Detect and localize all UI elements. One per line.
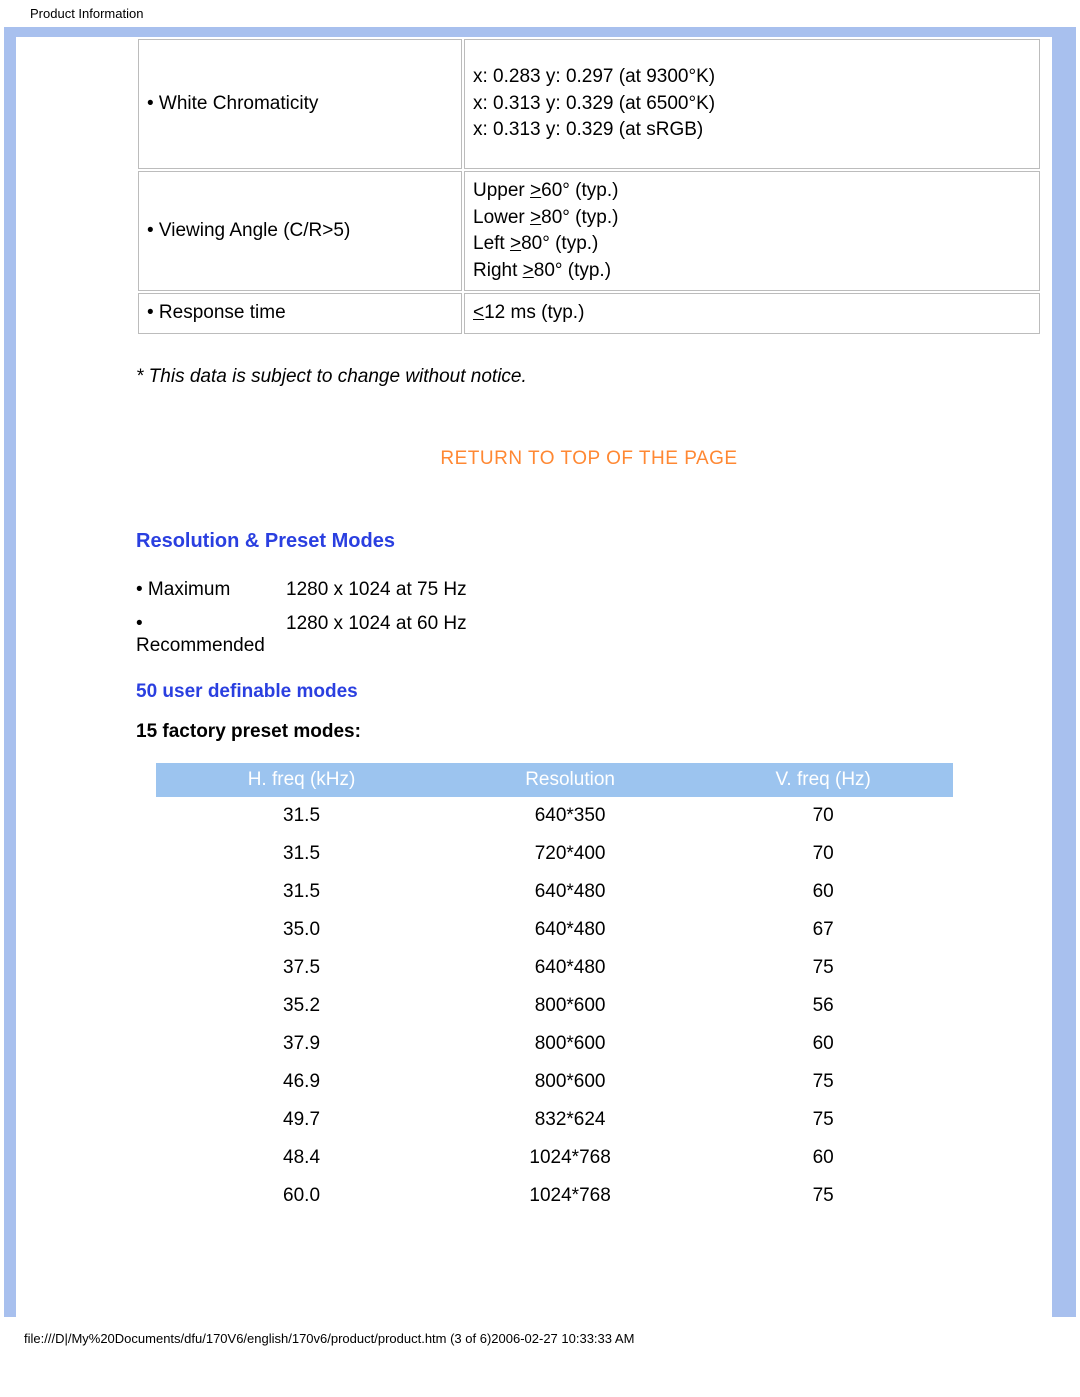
spec-label: • Response time [138, 293, 462, 334]
preset-cell: 35.0 [156, 911, 447, 949]
preset-cell: 75 [693, 1101, 953, 1139]
max-value: 1280 x 1024 at 75 Hz [286, 573, 477, 607]
preset-cell: 75 [693, 949, 953, 987]
modes-table: • Maximum 1280 x 1024 at 75 Hz • Recomme… [136, 573, 477, 663]
left-gutter [16, 37, 136, 1317]
table-row: 37.5640*48075 [156, 949, 953, 987]
preset-cell: 832*624 [447, 1101, 693, 1139]
preset-cell: 31.5 [156, 797, 447, 835]
preset-cell: 720*400 [447, 835, 693, 873]
preset-cell: 60.0 [156, 1177, 447, 1215]
table-row: 46.9800*60075 [156, 1063, 953, 1101]
resolution-heading: Resolution & Preset Modes [136, 530, 1042, 553]
outer-frame: • White Chromaticityx: 0.283 y: 0.297 (a… [4, 27, 1076, 1317]
preset-cell: 56 [693, 987, 953, 1025]
preset-cell: 31.5 [156, 835, 447, 873]
spec-value: Upper >60° (typ.)Lower >80° (typ.)Left >… [464, 171, 1040, 291]
max-label: • Maximum [136, 573, 286, 607]
table-row: 48.41024*76860 [156, 1139, 953, 1177]
preset-cell: 640*480 [447, 949, 693, 987]
preset-header: H. freq (kHz) [156, 763, 447, 797]
content-area: • White Chromaticityx: 0.283 y: 0.297 (a… [16, 37, 1064, 1317]
preset-cell: 640*480 [447, 873, 693, 911]
table-row: 35.2800*60056 [156, 987, 953, 1025]
preset-header: Resolution [447, 763, 693, 797]
preset-cell: 800*600 [447, 1063, 693, 1101]
preset-cell: 800*600 [447, 1025, 693, 1063]
preset-cell: 75 [693, 1063, 953, 1101]
table-row: 49.7832*62475 [156, 1101, 953, 1139]
preset-cell: 70 [693, 797, 953, 835]
preset-cell: 37.9 [156, 1025, 447, 1063]
preset-cell: 60 [693, 1139, 953, 1177]
preset-cell: 48.4 [156, 1139, 447, 1177]
user-modes-heading: 50 user definable modes [136, 681, 1042, 703]
footer-path: file:///D|/My%20Documents/dfu/170V6/engl… [0, 1317, 1080, 1354]
factory-heading: 15 factory preset modes: [136, 721, 1042, 743]
spec-table: • White Chromaticityx: 0.283 y: 0.297 (a… [136, 37, 1042, 336]
preset-cell: 800*600 [447, 987, 693, 1025]
spec-label: • Viewing Angle (C/R>5) [138, 171, 462, 291]
spec-value: x: 0.283 y: 0.297 (at 9300°K)x: 0.313 y:… [464, 39, 1040, 169]
preset-cell: 75 [693, 1177, 953, 1215]
preset-cell: 37.5 [156, 949, 447, 987]
spec-value: <12 ms (typ.) [464, 293, 1040, 334]
preset-cell: 31.5 [156, 873, 447, 911]
page-title: Product Information [0, 0, 1080, 27]
preset-cell: 46.9 [156, 1063, 447, 1101]
preset-cell: 640*350 [447, 797, 693, 835]
table-row: 60.01024*76875 [156, 1177, 953, 1215]
preset-cell: 1024*768 [447, 1177, 693, 1215]
table-row: 31.5720*40070 [156, 835, 953, 873]
preset-cell: 49.7 [156, 1101, 447, 1139]
rec-label: • Recommended [136, 607, 286, 663]
spec-label: • White Chromaticity [138, 39, 462, 169]
main-column: • White Chromaticityx: 0.283 y: 0.297 (a… [136, 37, 1052, 1317]
rec-value: 1280 x 1024 at 60 Hz [286, 607, 477, 663]
return-to-top-link[interactable]: RETURN TO TOP OF THE PAGE [440, 448, 737, 469]
preset-table: H. freq (kHz)ResolutionV. freq (Hz) 31.5… [156, 763, 953, 1215]
preset-cell: 60 [693, 1025, 953, 1063]
preset-cell: 35.2 [156, 987, 447, 1025]
return-link-wrap: RETURN TO TOP OF THE PAGE [136, 448, 1042, 470]
table-row: 31.5640*35070 [156, 797, 953, 835]
preset-cell: 60 [693, 873, 953, 911]
preset-header: V. freq (Hz) [693, 763, 953, 797]
preset-cell: 67 [693, 911, 953, 949]
table-row: 31.5640*48060 [156, 873, 953, 911]
preset-cell: 70 [693, 835, 953, 873]
notice-text: * This data is subject to change without… [136, 366, 1042, 388]
table-row: 37.9800*60060 [156, 1025, 953, 1063]
table-row: 35.0640*48067 [156, 911, 953, 949]
right-stripe [1052, 37, 1064, 1317]
preset-cell: 640*480 [447, 911, 693, 949]
preset-cell: 1024*768 [447, 1139, 693, 1177]
